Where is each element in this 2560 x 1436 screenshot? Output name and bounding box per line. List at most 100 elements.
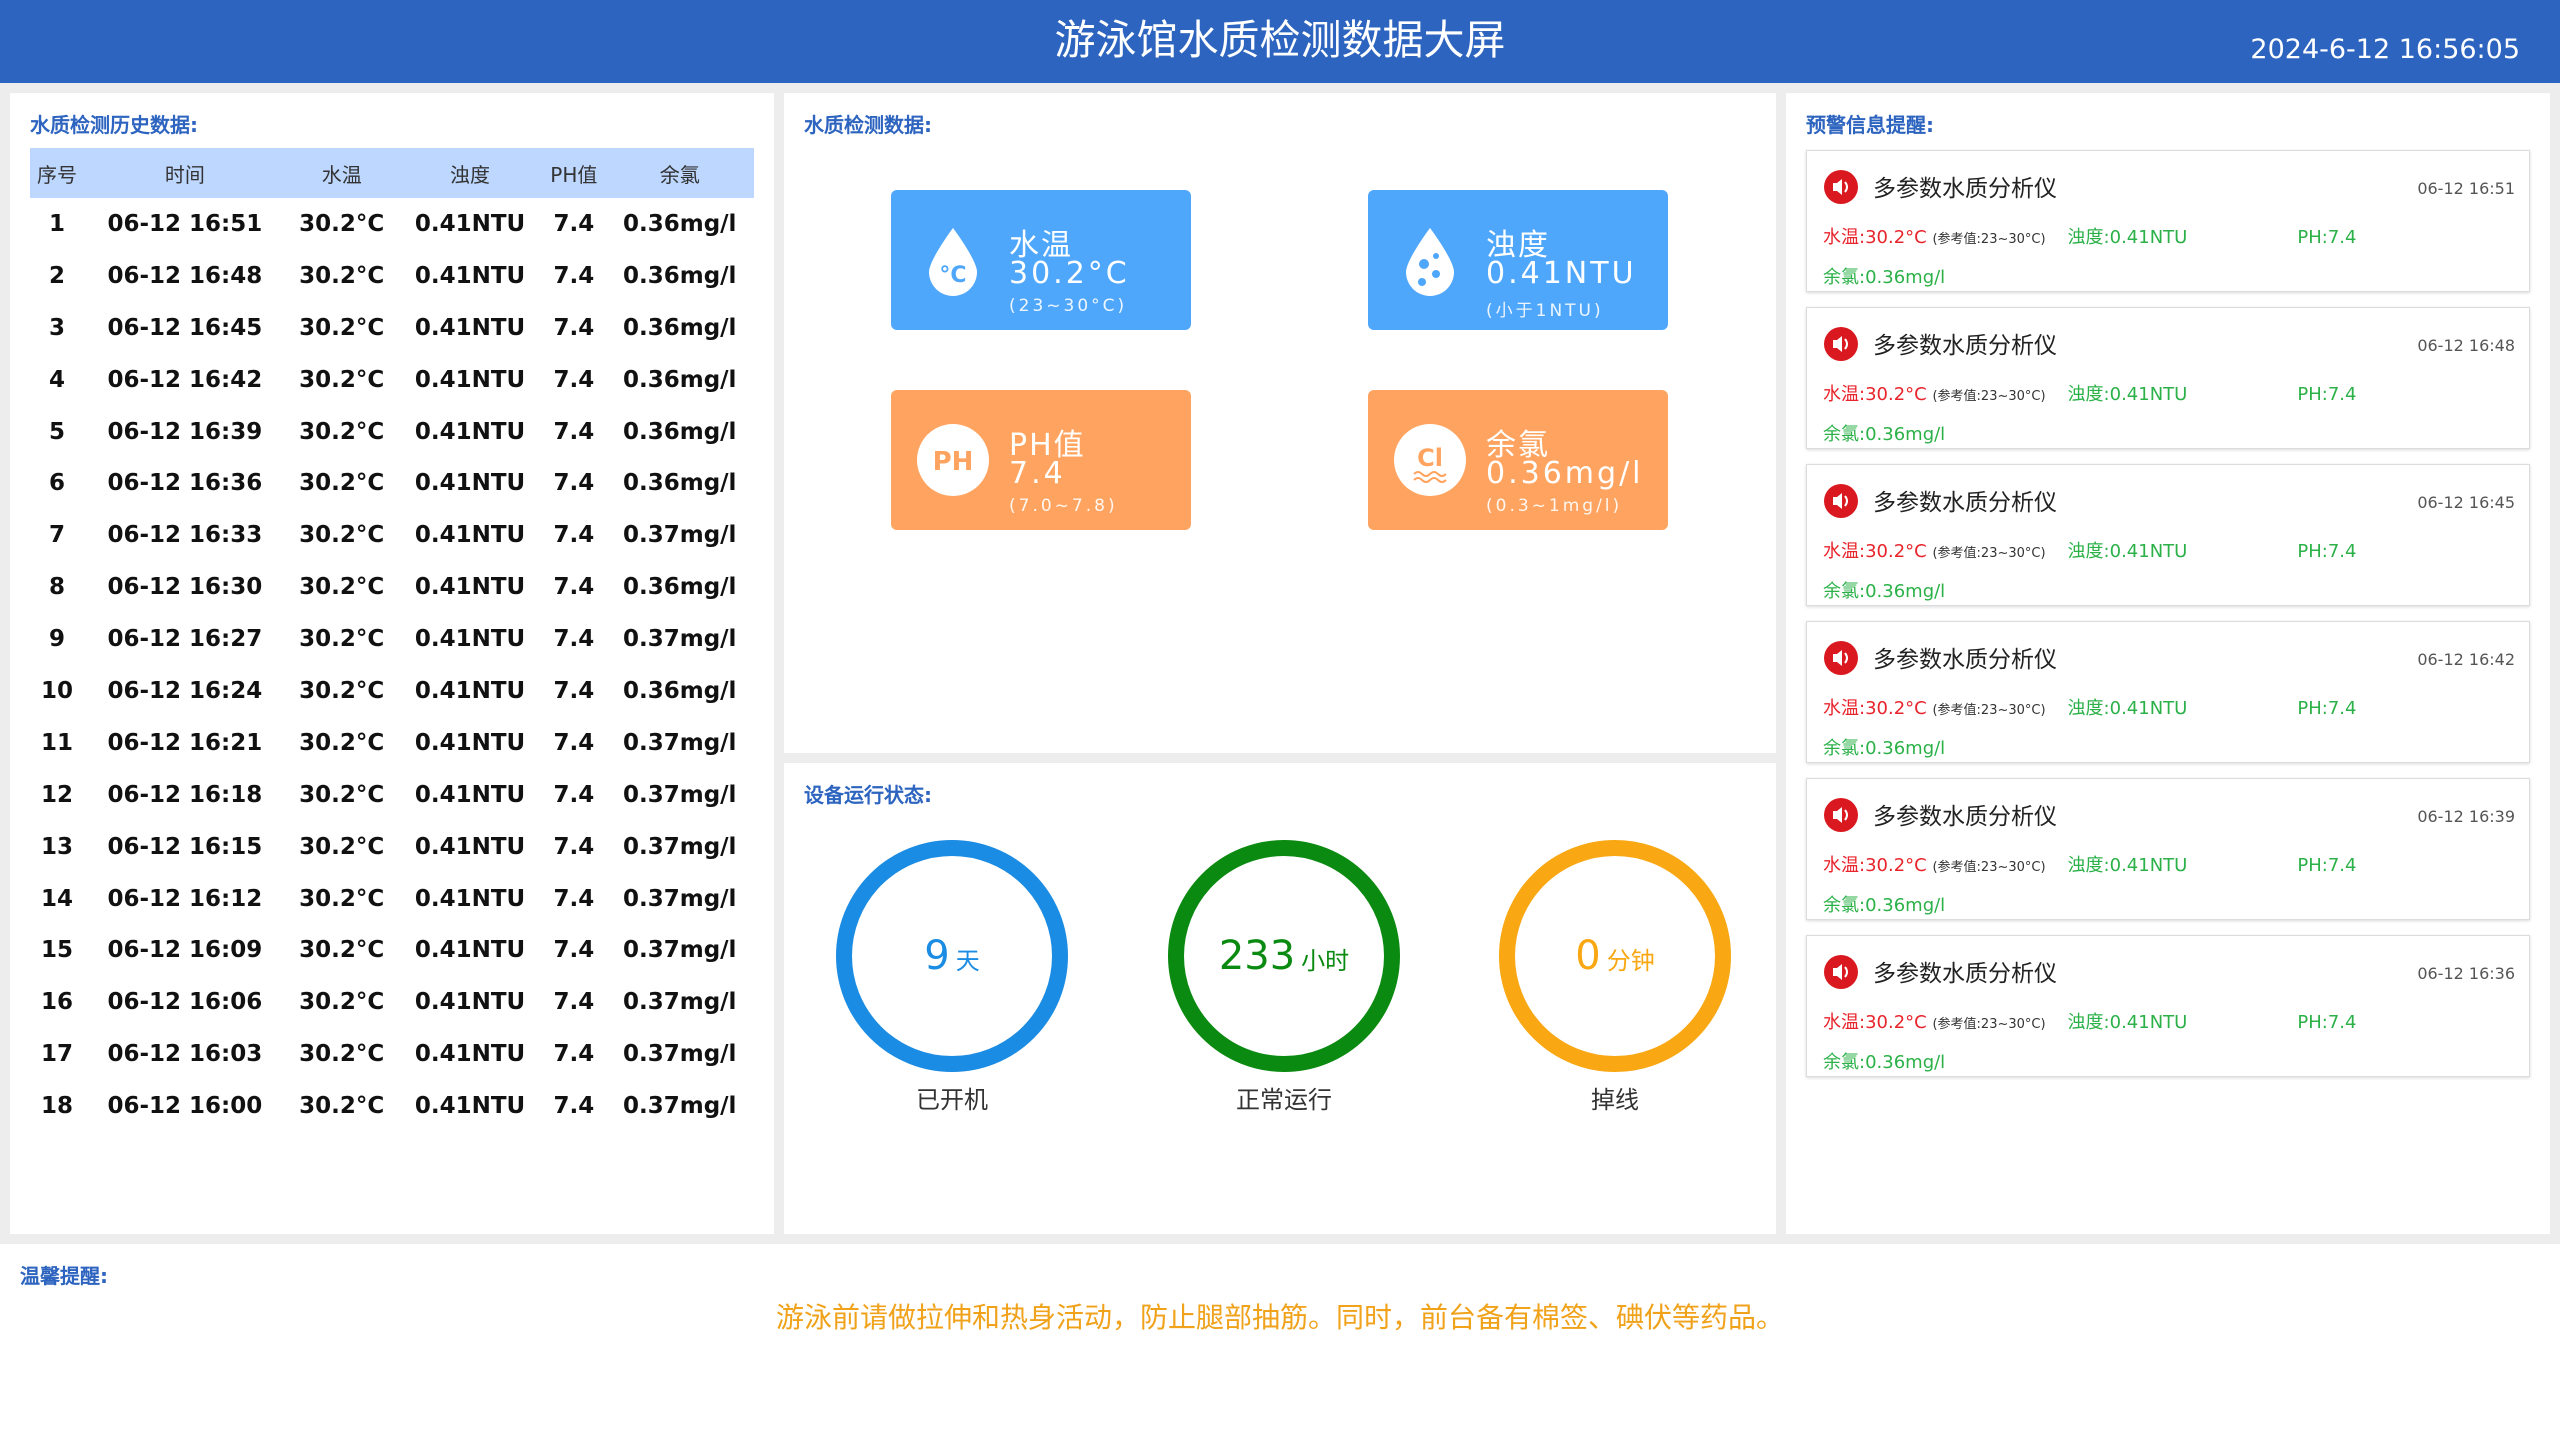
cell-ph: 7.4	[553, 885, 595, 912]
cell-turbidity: 0.41NTU	[414, 729, 526, 756]
cell-turbidity: 0.41NTU	[414, 781, 526, 808]
alert-temp-label: 水温:	[1823, 227, 1866, 248]
datetime-display: 2024-6-12 16:56:05	[2250, 34, 2520, 65]
cell-temp: 30.2°C	[299, 1041, 385, 1068]
table-row: 11 06-12 16:21 30.2°C 0.41NTU 7.4 0.37mg/l	[30, 717, 754, 769]
cell-turbidity: 0.41NTU	[414, 522, 526, 549]
alert-ph-value: 7.4	[2327, 384, 2357, 405]
running-value: 233	[1218, 933, 1296, 979]
uptime-label: 已开机	[916, 1086, 988, 1114]
device-status-title: 设备运行状态:	[804, 783, 932, 807]
cell-index: 6	[49, 470, 66, 497]
cell-temp: 30.2°C	[299, 885, 385, 912]
cell-temp: 30.2°C	[299, 470, 385, 497]
cell-chlorine: 0.37mg/l	[622, 885, 737, 912]
cell-chlorine: 0.37mg/l	[622, 937, 737, 964]
alert-readings: 水温:30.2°C (参考值:23~30°C) 浊度:0.41NTU PH:7.4	[1823, 694, 2356, 720]
cell-time: 06-12 16:06	[107, 989, 263, 1016]
alert-card[interactable]: 多参数水质分析仪 06-12 16:42 水温:30.2°C (参考值:23~30°…	[1806, 621, 2530, 763]
alert-turbidity-value: 0.41NTU	[2109, 855, 2188, 876]
cell-ph: 7.4	[553, 366, 595, 393]
table-row: 14 06-12 16:12 30.2°C 0.41NTU 7.4 0.37mg/l	[30, 873, 754, 925]
speaker-alert-icon	[1824, 955, 1858, 989]
cell-chlorine: 0.36mg/l	[622, 677, 737, 704]
card-range: (7.0~7.8)	[1009, 496, 1118, 516]
cell-time: 06-12 16:24	[107, 677, 263, 704]
table-row: 4 06-12 16:42 30.2°C 0.41NTU 7.4 0.36mg/l	[30, 354, 754, 406]
cell-index: 15	[41, 937, 74, 964]
speaker-alert-icon	[1824, 798, 1858, 832]
alert-chlorine-label: 余氯:	[1823, 738, 1866, 759]
alert-temp-ref: (参考值:23~30°C)	[1932, 860, 2046, 875]
alert-card[interactable]: 多参数水质分析仪 06-12 16:36 水温:30.2°C (参考值:23~30°…	[1806, 935, 2530, 1077]
cell-temp: 30.2°C	[299, 418, 385, 445]
alert-readings: 水温:30.2°C (参考值:23~30°C) 浊度:0.41NTU PH:7.4	[1823, 1008, 2356, 1034]
alert-card[interactable]: 多参数水质分析仪 06-12 16:39 水温:30.2°C (参考值:23~30°…	[1806, 778, 2530, 920]
cell-time: 06-12 16:39	[107, 418, 263, 445]
alert-ph-label: PH:	[2297, 855, 2328, 876]
cell-ph: 7.4	[553, 626, 595, 653]
table-row: 17 06-12 16:03 30.2°C 0.41NTU 7.4 0.37mg/l	[30, 1028, 754, 1080]
cell-turbidity: 0.41NTU	[414, 470, 526, 497]
cell-turbidity: 0.41NTU	[414, 262, 526, 289]
table-row: 7 06-12 16:33 30.2°C 0.41NTU 7.4 0.37mg/l	[30, 509, 754, 561]
alert-turbidity-value: 0.41NTU	[2109, 384, 2188, 405]
alert-time: 06-12 16:51	[2417, 179, 2515, 198]
current-data-title: 水质检测数据:	[804, 113, 932, 137]
alert-turbidity-label: 浊度:	[2067, 1012, 2110, 1033]
alert-temp-ref: (参考值:23~30°C)	[1932, 1017, 2046, 1032]
alert-temp-label: 水温:	[1823, 384, 1866, 405]
cell-index: 11	[41, 729, 74, 756]
speaker-alert-icon	[1824, 170, 1858, 204]
alert-ph-value: 7.4	[2327, 698, 2357, 719]
cell-chlorine: 0.37mg/l	[622, 833, 737, 860]
alert-turbidity-value: 0.41NTU	[2109, 1012, 2188, 1033]
cell-chlorine: 0.36mg/l	[622, 210, 737, 237]
alert-turbidity-label: 浊度:	[2067, 384, 2110, 405]
col-header-index: 序号	[30, 148, 85, 198]
alert-ph-value: 7.4	[2327, 541, 2357, 562]
footer-title: 温馨提醒:	[20, 1264, 108, 1288]
col-header-temp: 水温	[285, 148, 398, 198]
alert-card[interactable]: 多参数水质分析仪 06-12 16:45 水温:30.2°C (参考值:23~30°…	[1806, 464, 2530, 606]
col-header-time: 时间	[84, 148, 286, 198]
table-row: 13 06-12 16:15 30.2°C 0.41NTU 7.4 0.37mg/l	[30, 821, 754, 873]
alert-card[interactable]: 多参数水质分析仪 06-12 16:51 水温:30.2°C (参考值:23~30°…	[1806, 150, 2530, 292]
alert-turbidity-label: 浊度:	[2067, 227, 2110, 248]
alert-temp-ref: (参考值:23~30°C)	[1932, 389, 2046, 404]
alert-chlorine-value: 0.36mg/l	[1865, 581, 1946, 602]
cell-chlorine: 0.37mg/l	[622, 522, 737, 549]
cell-turbidity: 0.41NTU	[414, 677, 526, 704]
cell-chlorine: 0.36mg/l	[622, 574, 737, 601]
cell-index: 3	[49, 314, 66, 341]
cell-turbidity: 0.41NTU	[414, 1041, 526, 1068]
alerts-panel: 预警信息提醒: 多参数水质分析仪 06-12 16:51 水温:30.2°C (参考…	[1786, 93, 2550, 1234]
alert-chlorine: 余氯:0.36mg/l	[1823, 734, 1945, 760]
cell-chlorine: 0.37mg/l	[622, 729, 737, 756]
cell-time: 06-12 16:00	[107, 1093, 263, 1120]
alert-readings: 水温:30.2°C (参考值:23~30°C) 浊度:0.41NTU PH:7.4	[1823, 380, 2356, 406]
turbidity-icon	[1406, 228, 1454, 296]
table-row: 15 06-12 16:09 30.2°C 0.41NTU 7.4 0.37mg/l	[30, 924, 754, 976]
alert-card[interactable]: 多参数水质分析仪 06-12 16:48 水温:30.2°C (参考值:23~30°…	[1806, 307, 2530, 449]
table-row: 10 06-12 16:24 30.2°C 0.41NTU 7.4 0.36mg/l	[30, 665, 754, 717]
cell-ph: 7.4	[553, 1093, 595, 1120]
col-header-chlorine: 余氯	[605, 148, 754, 198]
cell-index: 4	[49, 366, 66, 393]
cell-temp: 30.2°C	[299, 574, 385, 601]
cell-index: 12	[41, 781, 74, 808]
cell-ph: 7.4	[553, 989, 595, 1016]
running-ring: 233 小时	[1168, 840, 1400, 1072]
alert-temp-value: 30.2°C	[1865, 384, 1927, 405]
cell-ph: 7.4	[553, 470, 595, 497]
cell-ph: 7.4	[553, 833, 595, 860]
alert-turbidity-label: 浊度:	[2067, 541, 2110, 562]
cell-ph: 7.4	[553, 781, 595, 808]
card-range: (小于1NTU)	[1486, 301, 1604, 321]
cell-temp: 30.2°C	[299, 314, 385, 341]
cell-index: 9	[49, 626, 66, 653]
cell-index: 7	[49, 522, 66, 549]
alert-chlorine-value: 0.36mg/l	[1865, 1052, 1946, 1073]
alert-ph-label: PH:	[2297, 1012, 2328, 1033]
alert-turbidity-label: 浊度:	[2067, 698, 2110, 719]
